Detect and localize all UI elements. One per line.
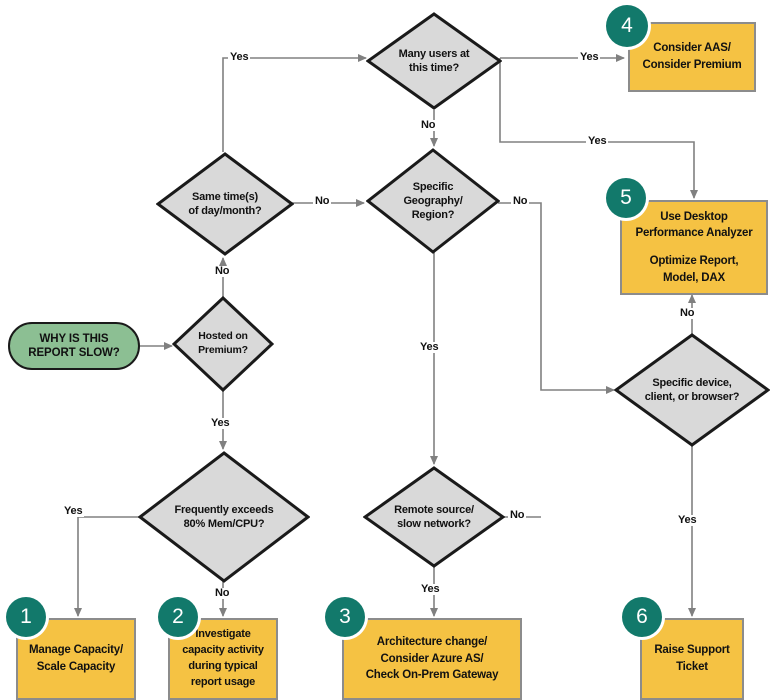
decision-specific-device[interactable]: Specific device, client, or browser? [614, 333, 770, 447]
decision-many-users[interactable]: Many users at this time? [366, 12, 502, 110]
action-consider-aas-line1: Consider AAS/ [653, 42, 731, 55]
decision-specific-geography-line2: Geography/ [403, 194, 463, 207]
action-use-desktop-performance-analyzer-line3: Optimize Report, [649, 255, 739, 267]
start-node-line2: REPORT SLOW? [28, 347, 120, 359]
edge-label-geography-to-desktop-yes: Yes [586, 135, 609, 147]
edge-geography-no-to-device [498, 202, 615, 394]
decision-specific-device-line1: Specific device, [652, 376, 732, 389]
decision-remote-source[interactable]: Remote source/ slow network? [363, 466, 505, 568]
action-consider-aas[interactable]: Consider AAS/ Consider Premium [628, 22, 756, 92]
step-badge-3: 3 [325, 597, 365, 637]
decision-frequently-exceeds-line1: Frequently exceeds [174, 503, 274, 516]
action-raise-support-ticket-line1: Raise Support [654, 644, 730, 657]
edge-label-exceeds-no: No [213, 587, 232, 599]
decision-remote-source-line1: Remote source/ [394, 503, 474, 516]
action-architecture-change-line3: Check On-Prem Gateway [365, 669, 499, 682]
edge-label-sametimes-yes: Yes [228, 51, 251, 63]
edge-label-geography-yes: Yes [418, 341, 441, 353]
step-badge-1: 1 [6, 597, 46, 637]
decision-frequently-exceeds[interactable]: Frequently exceeds 80% Mem/CPU? [138, 451, 310, 583]
decision-same-times-line1: Same time(s) [191, 190, 259, 203]
action-architecture-change-line2: Consider Azure AS/ [380, 652, 484, 665]
step-badge-4: 4 [606, 5, 648, 47]
action-use-desktop-performance-analyzer-line1: Use Desktop [660, 210, 728, 223]
edge-label-remote-yes: Yes [419, 583, 442, 595]
decision-many-users-line2: this time? [409, 62, 459, 74]
step-badge-2: 2 [158, 597, 198, 637]
edge-sametimes-yes-to-manyusers [222, 54, 367, 152]
edge-exceeds-yes-to-box1 [74, 516, 140, 617]
edge-label-device-no: No [678, 307, 697, 319]
action-manage-capacity-line1: Manage Capacity/ [29, 644, 123, 657]
edge-label-device-yes: Yes [676, 514, 699, 526]
action-investigate-capacity-line2: capacity activity [182, 644, 264, 657]
decision-same-times-line2: of day/month? [188, 205, 262, 217]
decision-specific-geography[interactable]: Specific Geography/ Region? [366, 148, 500, 254]
decision-many-users-line1: Many users at [398, 47, 470, 60]
action-text-gap [635, 242, 752, 253]
decision-remote-source-line2: slow network? [397, 518, 471, 530]
decision-hosted-on-premium-line2: Premium? [198, 344, 248, 356]
action-use-desktop-performance-analyzer-line4: Model, DAX [663, 271, 725, 284]
decision-specific-geography-line1: Specific [412, 180, 454, 193]
edge-label-premium-no: No [213, 265, 232, 277]
action-use-desktop-performance-analyzer-line2: Performance Analyzer [635, 227, 753, 240]
step-badge-6: 6 [622, 597, 662, 637]
edge-label-geography-no: No [511, 195, 530, 207]
step-badge-5: 5 [606, 178, 646, 218]
edge-label-sametimes-no: No [313, 195, 332, 207]
action-raise-support-ticket-line2: Ticket [676, 661, 708, 673]
decision-same-times[interactable]: Same time(s) of day/month? [156, 152, 294, 256]
flowchart-canvas: Yes No No Yes Yes No Yes No Yes Yes No N… [0, 0, 770, 700]
action-investigate-capacity-line4: report usage [190, 675, 256, 688]
action-architecture-change-line1: Architecture change/ [376, 635, 488, 648]
decision-hosted-on-premium-line1: Hosted on [198, 330, 248, 343]
start-node[interactable]: WHY IS THIS REPORT SLOW? [8, 322, 140, 370]
start-node-line1: WHY IS THIS [39, 332, 109, 345]
edge-label-manyusers-no: No [419, 119, 438, 131]
action-investigate-capacity-line3: during typical [188, 660, 258, 672]
decision-specific-geography-line3: Region? [411, 209, 455, 222]
edge-label-remote-no: No [508, 509, 527, 521]
action-architecture-change[interactable]: Architecture change/ Consider Azure AS/ … [342, 618, 522, 700]
edge-label-exceeds-yes: Yes [62, 505, 85, 517]
action-manage-capacity-line2: Scale Capacity [36, 661, 116, 673]
decision-specific-device-line2: client, or browser? [644, 391, 740, 403]
decision-frequently-exceeds-line2: 80% Mem/CPU? [183, 518, 265, 530]
edge-label-manyusers-yes: Yes [578, 51, 601, 63]
action-investigate-capacity-line1: Investigate [195, 628, 251, 641]
action-use-desktop-performance-analyzer[interactable]: Use Desktop Performance Analyzer Optimiz… [620, 200, 768, 295]
action-consider-aas-line2: Consider Premium [642, 59, 742, 71]
edge-label-premium-yes: Yes [209, 417, 232, 429]
decision-hosted-on-premium[interactable]: Hosted on Premium? [172, 296, 274, 392]
